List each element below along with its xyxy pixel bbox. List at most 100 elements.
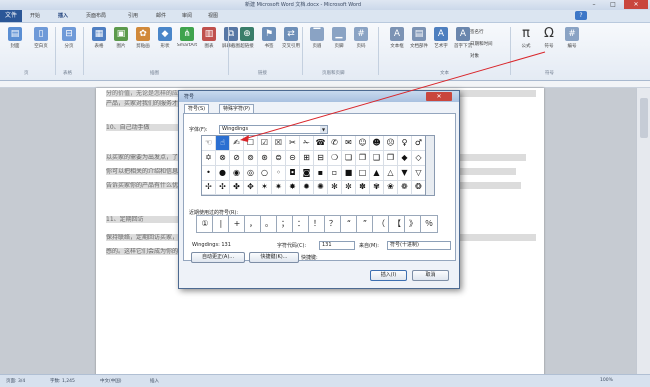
symbol-cell[interactable]: ⊛: [258, 150, 272, 166]
symbol-cell[interactable]: ✷: [272, 180, 286, 196]
symbol-cell[interactable]: ❁: [398, 180, 412, 196]
font-select[interactable]: Wingdings ▼: [219, 125, 328, 134]
symbol-grid-scrollbar[interactable]: [425, 135, 435, 196]
insert-button[interactable]: 插入(I): [370, 270, 407, 281]
ribbon-button-wordart[interactable]: A 艺术字: [430, 27, 452, 65]
symbol-cell[interactable]: ✉: [342, 136, 356, 151]
tab-references[interactable]: 引用: [128, 12, 138, 19]
symbol-cell[interactable]: ▽: [412, 165, 426, 181]
symbol-cell[interactable]: ■: [342, 165, 356, 181]
symbol-cell[interactable]: ☝: [216, 136, 230, 151]
symbol-cell[interactable]: ✾: [370, 180, 384, 196]
maximize-button[interactable]: □: [604, 0, 622, 9]
tab-review[interactable]: 审阅: [182, 12, 192, 19]
symbol-cell[interactable]: ✆: [328, 136, 342, 151]
symbol-cell[interactable]: ✣: [216, 180, 230, 196]
ribbon-button-cross-reference[interactable]: ⇄ 交叉引用: [280, 27, 302, 65]
horizontal-ruler[interactable]: [0, 81, 650, 88]
symbol-cell[interactable]: ▫: [328, 165, 342, 181]
symbol-cell[interactable]: ❒: [384, 150, 398, 166]
minimize-button[interactable]: –: [585, 0, 603, 9]
symbol-cell[interactable]: ♀: [398, 136, 412, 151]
dialog-close-button[interactable]: ✕: [426, 92, 452, 101]
symbol-cell[interactable]: ✶: [258, 180, 272, 196]
symbol-cell[interactable]: ✻: [328, 180, 342, 196]
status-language[interactable]: 中文(中国): [100, 378, 122, 384]
ribbon-button-page-break[interactable]: ⊟ 分页: [58, 27, 80, 65]
ribbon-button-bookmark[interactable]: ⚑ 书签: [258, 27, 280, 65]
symbol-cell[interactable]: ⊘: [230, 150, 244, 166]
ribbon-button-quick-parts[interactable]: ▤ 文档部件: [408, 27, 430, 65]
ribbon-button-page-number[interactable]: # 页码: [350, 27, 372, 65]
ribbon-button-blank-page[interactable]: ▯ 空白页: [30, 27, 52, 65]
from-select[interactable]: 符号(十进制): [387, 241, 451, 250]
status-mode[interactable]: 插入: [150, 378, 159, 384]
zoom-level[interactable]: 100%: [600, 378, 613, 383]
symbol-cell[interactable]: ❏: [342, 150, 356, 166]
symbol-cell[interactable]: ✤: [230, 180, 244, 196]
ribbon-button-hyperlink[interactable]: ⊕ 超链接: [236, 27, 258, 65]
symbol-cell[interactable]: ▪: [314, 165, 328, 181]
symbol-cell[interactable]: □: [356, 165, 370, 181]
symbol-cell[interactable]: ✹: [300, 180, 314, 196]
signature-line-button[interactable]: 签名行: [470, 29, 484, 35]
symbol-cell[interactable]: ◎: [244, 165, 258, 181]
ribbon-button-table[interactable]: ▦ 表格: [88, 27, 110, 65]
symbol-cell[interactable]: ☺: [356, 136, 370, 151]
symbol-cell[interactable]: ◇: [412, 150, 426, 166]
symbol-cell[interactable]: ◙: [300, 165, 314, 181]
symbol-cell[interactable]: ✢: [202, 180, 216, 196]
status-page[interactable]: 页面: 3/4: [6, 378, 25, 384]
tab-mailings[interactable]: 邮件: [156, 12, 166, 19]
symbol-cell[interactable]: ⊗: [216, 150, 230, 166]
symbol-cell[interactable]: ♂: [412, 136, 426, 151]
ribbon-button-cover-page[interactable]: ▤ 封面: [4, 27, 26, 65]
symbol-cell[interactable]: ▼: [398, 165, 412, 181]
tab-view[interactable]: 视图: [208, 12, 218, 19]
symbol-cell[interactable]: ⊝: [286, 150, 300, 166]
symbol-cell[interactable]: ⊜: [272, 150, 286, 166]
symbol-cell[interactable]: ▲: [370, 165, 384, 181]
equation-button[interactable]: π 公式: [515, 27, 537, 65]
vertical-scrollbar[interactable]: [636, 88, 650, 374]
symbol-cell[interactable]: ✼: [342, 180, 356, 196]
cancel-button[interactable]: 取消: [412, 270, 449, 281]
symbol-cell[interactable]: ○: [258, 165, 272, 181]
symbol-cell[interactable]: ☐: [244, 136, 258, 151]
symbol-cell[interactable]: ⊟: [314, 150, 328, 166]
object-button[interactable]: 对象: [470, 53, 479, 59]
symbol-cell[interactable]: ●: [216, 165, 230, 181]
close-window-button[interactable]: ✕: [624, 0, 648, 9]
recent-symbol[interactable]: ％: [420, 215, 438, 233]
symbol-cell[interactable]: ✽: [356, 180, 370, 196]
scrollbar-thumb[interactable]: [640, 98, 648, 138]
symbol-cell[interactable]: ☑: [258, 136, 272, 151]
symbol-cell[interactable]: ❀: [384, 180, 398, 196]
symbol-cell[interactable]: ❂: [412, 180, 426, 196]
symbol-cell[interactable]: ✍: [230, 136, 244, 151]
symbol-cell[interactable]: ⊚: [244, 150, 258, 166]
symbol-cell[interactable]: ◘: [286, 165, 300, 181]
ribbon-button-clipart[interactable]: ✿ 剪贴画: [132, 27, 154, 65]
symbol-cell[interactable]: ✸: [286, 180, 300, 196]
symbol-cell[interactable]: ☎: [314, 136, 328, 151]
tab-home[interactable]: 开始: [30, 12, 40, 19]
tab-insert[interactable]: 插入: [58, 12, 68, 19]
symbol-cell[interactable]: ✂: [286, 136, 300, 151]
symbol-cell[interactable]: ✡: [202, 150, 216, 166]
ribbon-button-chart[interactable]: ▥ 图表: [198, 27, 220, 65]
symbol-cell[interactable]: ☜: [202, 136, 216, 151]
file-tab[interactable]: 文件: [0, 10, 22, 22]
symbol-cell[interactable]: ✥: [244, 180, 258, 196]
symbol-cell[interactable]: ◦: [272, 165, 286, 181]
ribbon-button-header[interactable]: ▔ 页眉: [306, 27, 328, 65]
tab-page-layout[interactable]: 页面布局: [86, 12, 106, 19]
character-code-input[interactable]: 131: [319, 241, 355, 250]
ribbon-button-smartart[interactable]: ⋔ SmartArt: [176, 27, 198, 65]
shortcut-key-button[interactable]: 快捷键(K)...: [249, 252, 299, 263]
help-icon[interactable]: ?: [575, 11, 587, 20]
symbol-cell[interactable]: ⊞: [300, 150, 314, 166]
symbol-cell[interactable]: ◉: [230, 165, 244, 181]
date-time-button[interactable]: 日期和时间: [470, 41, 493, 47]
symbol-cell[interactable]: ❍: [328, 150, 342, 166]
